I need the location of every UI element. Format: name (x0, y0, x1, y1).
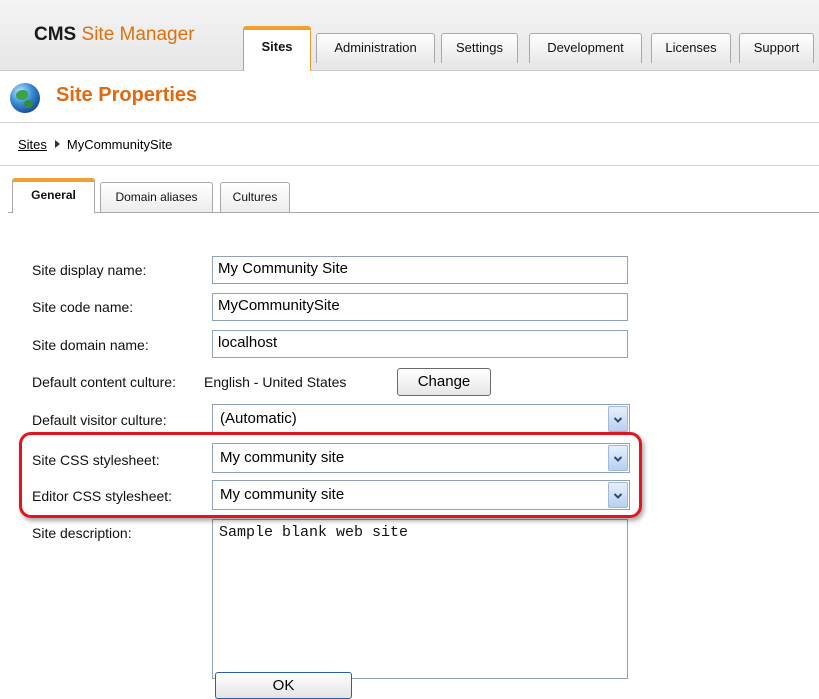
tab-support[interactable]: Support (739, 33, 814, 63)
site-display-name-label: Site display name: (32, 262, 147, 278)
page-title-bar: Site Properties (0, 71, 819, 123)
default-visitor-culture-select[interactable]: (Automatic) (212, 404, 630, 434)
brand-bold: CMS (34, 24, 77, 45)
tab-administration[interactable]: Administration (316, 33, 435, 63)
dropdown-button[interactable] (608, 406, 628, 432)
site-css-value: My community site (220, 449, 345, 466)
default-content-culture-value: English - United States (204, 374, 347, 390)
brand-name: Site Manager (81, 24, 195, 45)
subtabs-baseline (8, 212, 819, 213)
site-domain-name-label: Site domain name: (32, 337, 149, 353)
tab-development[interactable]: Development (529, 33, 642, 63)
site-display-name-input[interactable]: My Community Site (212, 256, 628, 284)
breadcrumb-current: MyCommunitySite (66, 137, 173, 152)
editor-css-value: My community site (220, 486, 345, 503)
breadcrumb: Sites MyCommunitySite (18, 137, 172, 152)
breadcrumb-sites-link[interactable]: Sites (18, 137, 47, 152)
subtab-domain-aliases[interactable]: Domain aliases (100, 182, 213, 212)
default-content-culture-label: Default content culture: (32, 374, 176, 390)
dropdown-button[interactable] (608, 445, 628, 471)
tab-sites[interactable]: Sites (243, 26, 311, 71)
chevron-down-icon (614, 417, 622, 423)
tab-licenses[interactable]: Licenses (651, 33, 731, 63)
site-code-name-label: Site code name: (32, 299, 134, 315)
site-domain-name-input[interactable]: localhost (212, 330, 628, 358)
editor-css-select[interactable]: My community site (212, 480, 630, 510)
site-description-textarea[interactable]: Sample blank web site (212, 519, 628, 679)
chevron-down-icon (614, 493, 622, 499)
subtab-cultures[interactable]: Cultures (220, 182, 290, 212)
site-code-name-input[interactable]: MyCommunitySite (212, 293, 628, 321)
site-description-label: Site description: (32, 525, 132, 541)
change-culture-button[interactable]: Change (397, 368, 491, 396)
tab-settings[interactable]: Settings (441, 33, 518, 63)
app-brand: CMS Site Manager (34, 24, 195, 46)
divider (0, 165, 819, 166)
default-visitor-culture-value: (Automatic) (220, 410, 297, 427)
ok-button[interactable]: OK (215, 672, 352, 699)
subtab-general[interactable]: General (12, 178, 95, 213)
dropdown-button[interactable] (608, 482, 628, 508)
breadcrumb-arrow-icon (54, 140, 60, 148)
site-css-label: Site CSS stylesheet: (32, 452, 160, 468)
page-title: Site Properties (56, 84, 198, 106)
site-css-select[interactable]: My community site (212, 443, 630, 473)
app-header: CMS Site Manager Sites Administration Se… (0, 0, 819, 71)
default-visitor-culture-label: Default visitor culture: (32, 412, 167, 428)
globe-icon (10, 83, 40, 113)
chevron-down-icon (614, 456, 622, 462)
editor-css-label: Editor CSS stylesheet: (32, 488, 173, 504)
